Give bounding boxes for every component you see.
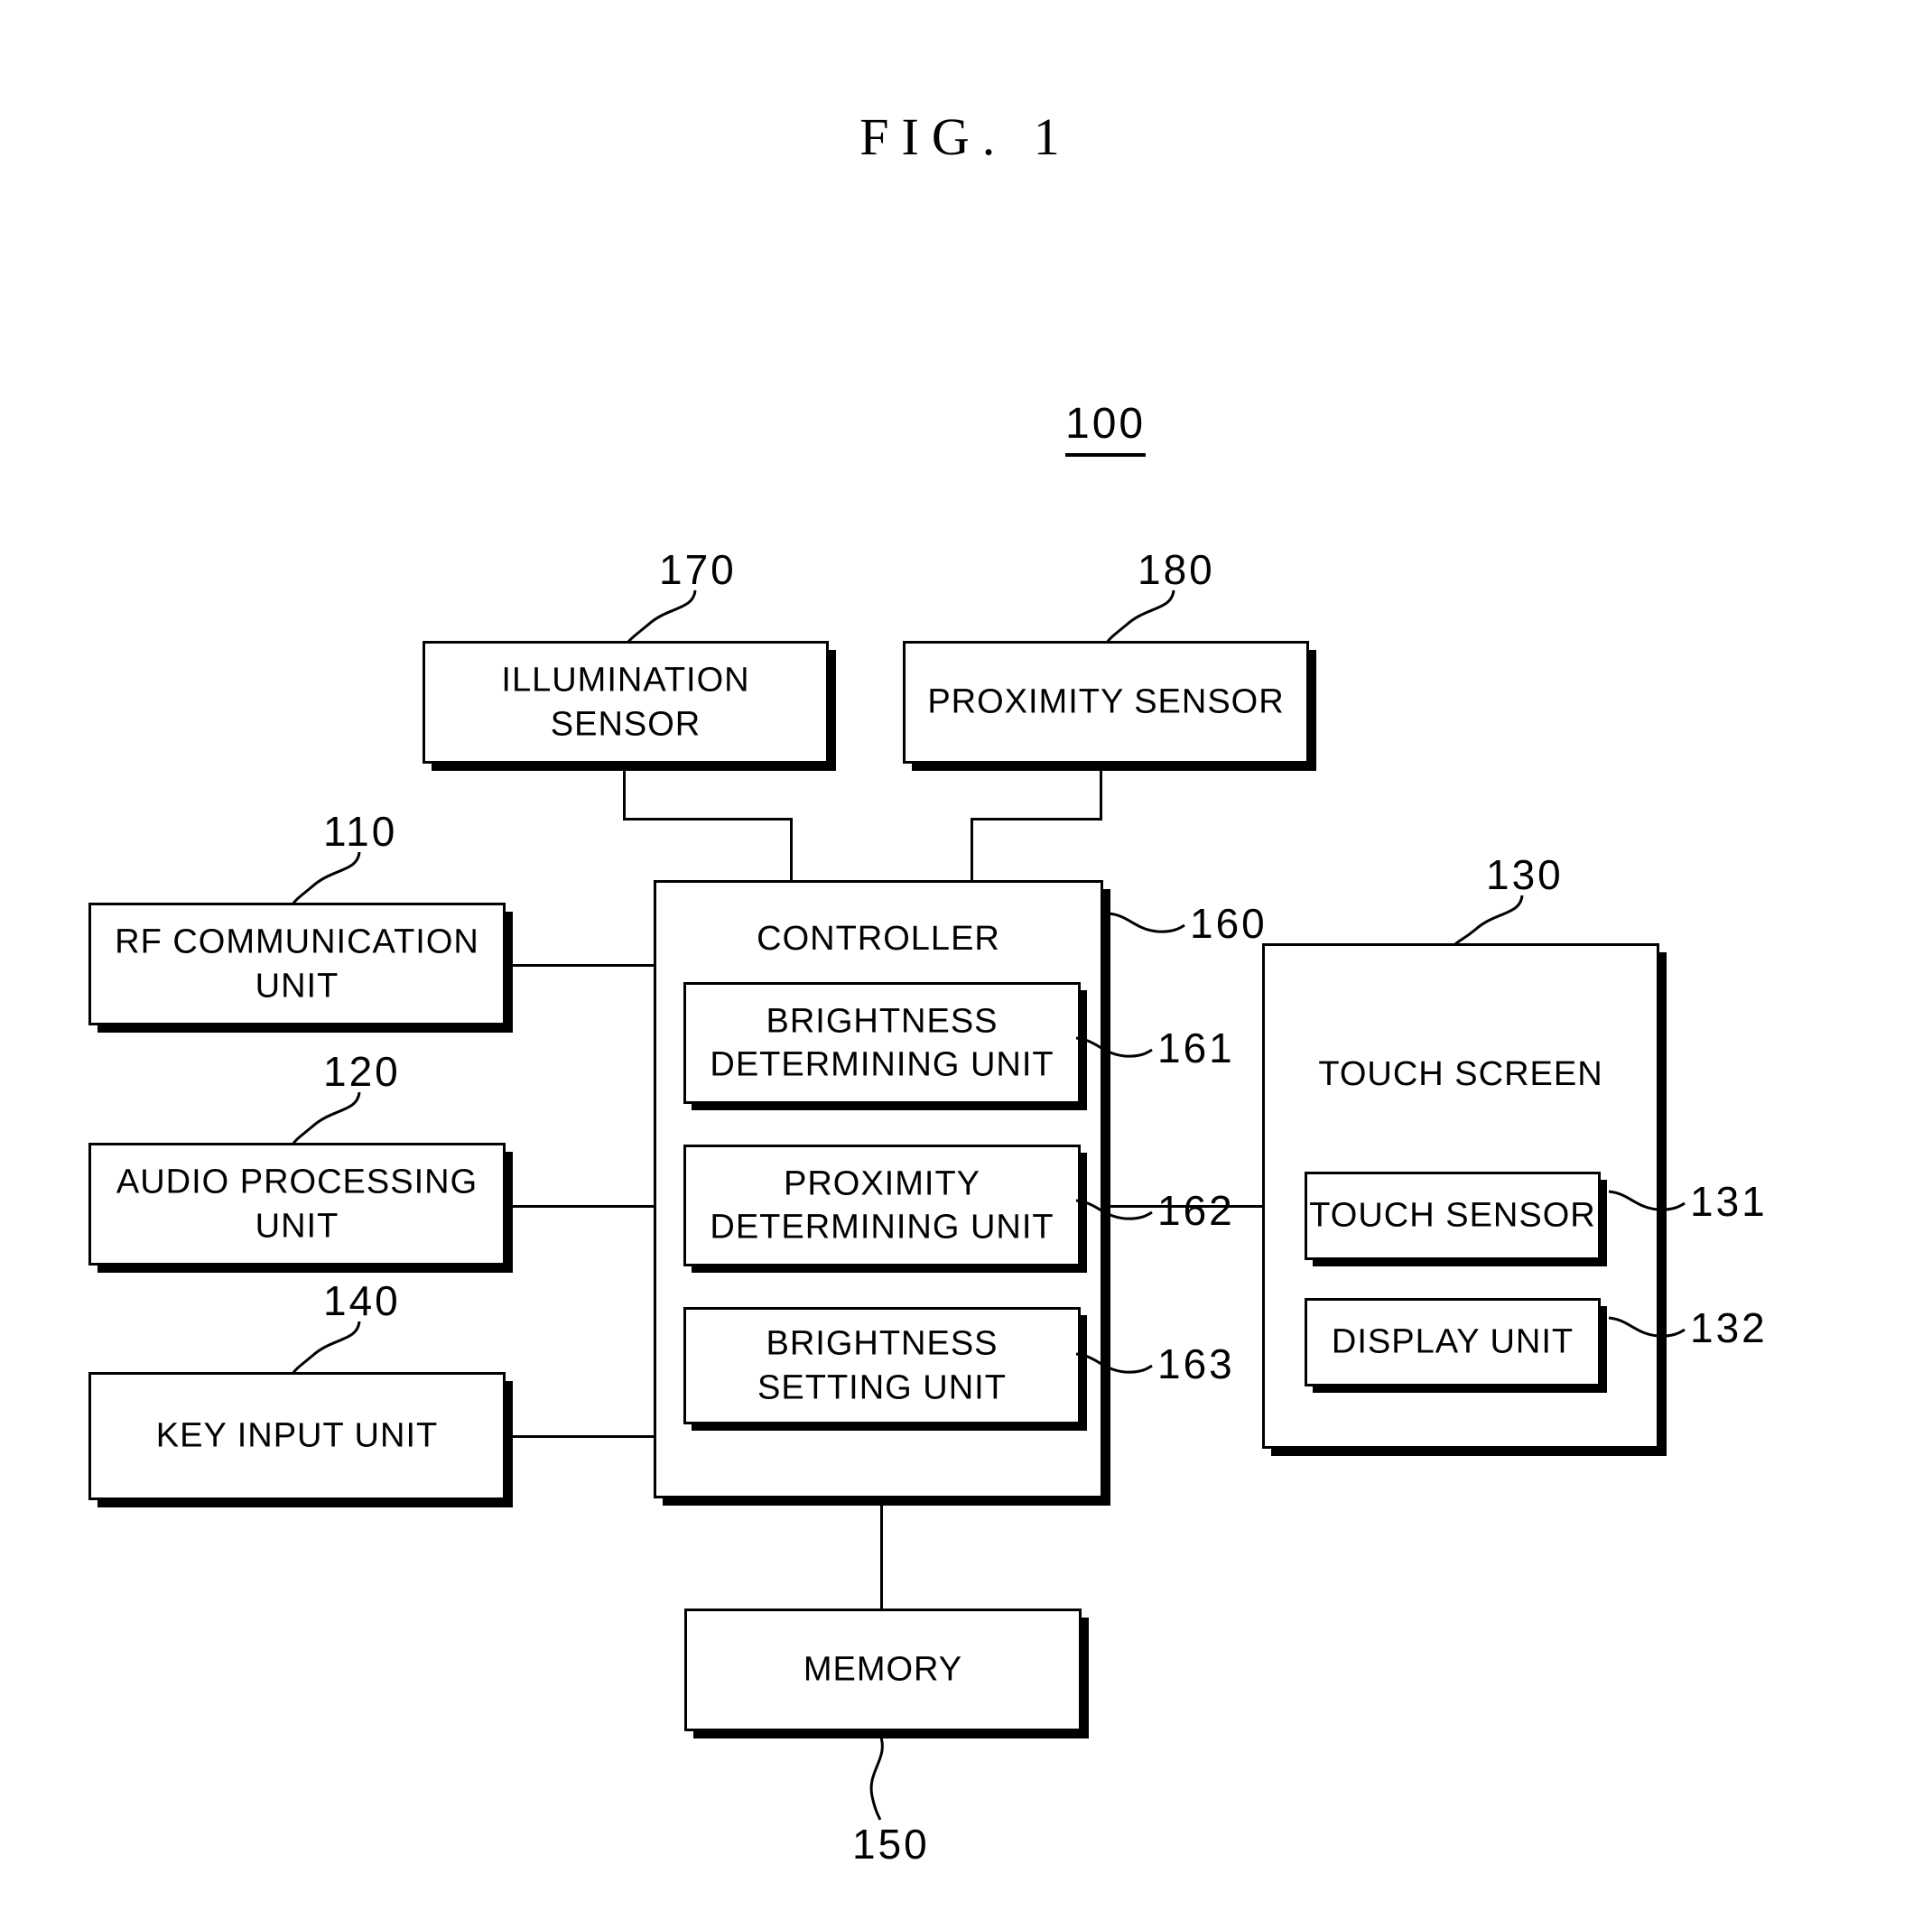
block-controller: CONTROLLER BRIGHTNESS DETERMINING UNIT P… xyxy=(654,880,1103,1498)
reference-numeral-131: 131 xyxy=(1690,1178,1768,1225)
reference-numeral-150: 150 xyxy=(852,1821,930,1868)
block-proximity-determining-unit-label: PROXIMITY DETERMINING UNIT xyxy=(710,1164,1054,1247)
wire-key-to-controller xyxy=(506,1435,657,1438)
reference-numeral-162: 162 xyxy=(1157,1187,1235,1234)
leader-line-140 xyxy=(291,1321,361,1375)
block-memory: MEMORY xyxy=(684,1609,1082,1731)
reference-numeral-170: 170 xyxy=(659,546,737,593)
block-proximity-sensor: PROXIMITY SENSOR xyxy=(903,641,1309,764)
block-key-input-unit-label: KEY INPUT UNIT xyxy=(155,1416,439,1455)
leader-line-180 xyxy=(1105,589,1175,644)
block-proximity-determining-unit: PROXIMITY DETERMINING UNIT xyxy=(683,1145,1081,1266)
wire-audio-to-controller xyxy=(506,1205,657,1208)
figure-title: FIG. 1 xyxy=(859,107,1073,166)
leader-line-130 xyxy=(1454,895,1524,946)
reference-numeral-160: 160 xyxy=(1190,900,1268,947)
wire-illumination-horizontal xyxy=(623,818,793,821)
block-display-unit-label: DISPLAY UNIT xyxy=(1331,1322,1574,1361)
reference-numeral-180: 180 xyxy=(1138,546,1215,593)
wire-proximity-horizontal xyxy=(971,818,1102,821)
leader-line-120 xyxy=(291,1091,361,1145)
block-brightness-determining-unit-label: BRIGHTNESS DETERMINING UNIT xyxy=(710,1001,1054,1084)
block-touch-screen: TOUCH SCREEN TOUCH SENSOR DISPLAY UNIT xyxy=(1262,943,1659,1449)
block-controller-label: CONTROLLER xyxy=(757,920,1000,958)
block-key-input-unit: KEY INPUT UNIT xyxy=(88,1372,506,1500)
block-rf-communication-unit-label: RF COMMUNICATION UNIT xyxy=(115,923,479,1005)
block-display-unit: DISPLAY UNIT xyxy=(1305,1298,1601,1386)
leader-line-160 xyxy=(1108,912,1185,933)
wire-illumination-vertical-a xyxy=(623,764,626,818)
wire-controller-to-memory xyxy=(880,1498,883,1609)
block-touch-screen-label: TOUCH SCREEN xyxy=(1318,1055,1603,1093)
block-illumination-sensor-label: ILLUMINATION SENSOR xyxy=(501,661,750,743)
block-memory-label: MEMORY xyxy=(803,1650,963,1689)
block-brightness-setting-unit-label: BRIGHTNESS SETTING UNIT xyxy=(757,1324,1007,1406)
reference-numeral-132: 132 xyxy=(1690,1304,1768,1351)
leader-line-150 xyxy=(869,1734,884,1821)
block-touch-sensor: TOUCH SENSOR xyxy=(1305,1172,1601,1260)
wire-illumination-vertical-b xyxy=(790,818,793,883)
reference-numeral-163: 163 xyxy=(1157,1340,1235,1387)
reference-numeral-130: 130 xyxy=(1486,851,1564,898)
reference-numeral-140: 140 xyxy=(323,1277,401,1324)
wire-proximity-vertical-b xyxy=(971,818,973,883)
block-touch-sensor-label: TOUCH SENSOR xyxy=(1309,1196,1596,1235)
leader-line-170 xyxy=(626,589,697,644)
reference-numeral-110: 110 xyxy=(323,808,398,855)
block-audio-processing-unit: AUDIO PROCESSING UNIT xyxy=(88,1143,506,1266)
block-rf-communication-unit: RF COMMUNICATION UNIT xyxy=(88,903,506,1025)
wire-rf-to-controller xyxy=(506,964,657,967)
leader-line-110 xyxy=(291,851,361,905)
block-proximity-sensor-label: PROXIMITY SENSOR xyxy=(927,682,1285,721)
wire-proximity-vertical-a xyxy=(1100,764,1102,818)
block-illumination-sensor: ILLUMINATION SENSOR xyxy=(423,641,829,764)
reference-numeral-120: 120 xyxy=(323,1048,401,1095)
system-reference-100: 100 xyxy=(1065,403,1147,457)
block-audio-processing-unit-label: AUDIO PROCESSING UNIT xyxy=(116,1163,478,1245)
reference-numeral-161: 161 xyxy=(1157,1025,1235,1071)
block-brightness-setting-unit: BRIGHTNESS SETTING UNIT xyxy=(683,1307,1081,1424)
block-brightness-determining-unit: BRIGHTNESS DETERMINING UNIT xyxy=(683,982,1081,1104)
